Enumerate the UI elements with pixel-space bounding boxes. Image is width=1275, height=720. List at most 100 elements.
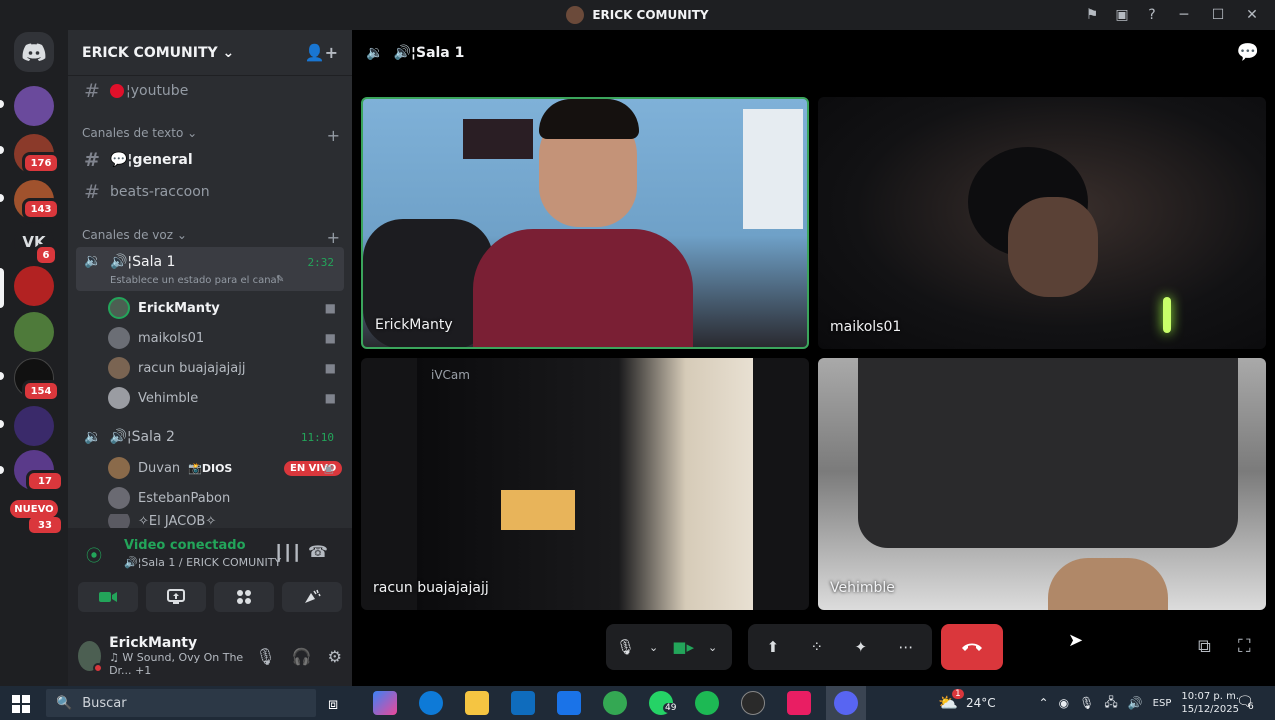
video-tile[interactable]: iVCam racun buajajajajj <box>361 358 809 610</box>
more-options-icon[interactable]: ⋯ <box>898 638 913 656</box>
server-icon[interactable] <box>14 312 54 352</box>
category-text-channels[interactable]: Canales de texto ⌄ + <box>82 126 340 145</box>
weather-badge: 1 <box>952 689 964 699</box>
voice-channel-sala-2[interactable]: 🔉 🔊¦Sala 2 11:10 <box>76 422 344 452</box>
microphone-icon[interactable]: 🎙 <box>616 638 635 656</box>
weather-temp[interactable]: 24°C <box>966 696 996 710</box>
server-header[interactable]: ERICK COMUNITY ⌄ 👤+ <box>68 30 352 76</box>
discord-icon <box>834 691 858 715</box>
stage-channel-name: 🔊¦Sala 1 <box>393 45 465 61</box>
unread-pill <box>0 420 4 428</box>
mic-camera-group: 🎙 ⌄ ■▸ ⌄ <box>606 624 732 670</box>
help-icon[interactable]: ? <box>1137 0 1167 30</box>
new-servers-badge[interactable]: NUEVO <box>10 500 58 518</box>
chrome-icon[interactable] <box>603 691 627 715</box>
settings-gear-icon[interactable]: ⚙ <box>328 647 342 666</box>
spotify-icon[interactable] <box>695 691 719 715</box>
activities-icon[interactable]: ⁘ <box>811 638 824 656</box>
microphone-tray-icon[interactable]: 🎙 <box>1079 696 1094 710</box>
taskbar-search[interactable]: 🔍 Buscar <box>46 689 316 717</box>
video-tile[interactable]: maikols01 <box>818 97 1266 349</box>
close-button[interactable]: ✕ <box>1235 0 1269 30</box>
voice-member[interactable]: racun buajajajajj ■ <box>108 354 344 382</box>
invite-people-icon[interactable]: 👤+ <box>305 43 338 62</box>
server-icon-active[interactable] <box>14 266 54 306</box>
chat-bubble-icon[interactable]: 💬 <box>1237 42 1259 63</box>
headphones-icon[interactable]: 🎧 <box>292 647 312 666</box>
tiktok-icon[interactable] <box>787 691 811 715</box>
noise-suppression-icon[interactable]: ┃┃┃ <box>274 544 301 562</box>
fullscreen-icon[interactable]: ⛶ <box>1238 636 1251 657</box>
username[interactable]: ErickManty <box>109 635 247 651</box>
inbox-icon[interactable]: ▣ <box>1107 0 1137 30</box>
microsoft-store-icon[interactable] <box>511 691 535 715</box>
channel-general[interactable]: # 💬¦general <box>76 145 344 175</box>
signal-icon[interactable]: ⦿ <box>86 542 102 566</box>
maximize-button[interactable]: ☐ <box>1201 0 1235 30</box>
chevron-down-icon[interactable]: ⌄ <box>708 641 717 654</box>
mail-icon[interactable] <box>557 691 581 715</box>
avatar <box>108 297 130 319</box>
voice-member[interactable]: Vehimble ■ <box>108 384 344 412</box>
flag-icon[interactable]: ⚑ <box>1077 0 1107 30</box>
discord-taskbar-button[interactable] <box>826 686 866 720</box>
category-voice-channels[interactable]: Canales de voz ⌄ + <box>82 228 340 247</box>
file-explorer-icon[interactable] <box>465 691 489 715</box>
volume-icon[interactable]: 🔊 <box>1128 696 1143 710</box>
user-avatar[interactable] <box>78 641 104 673</box>
leave-call-button[interactable] <box>941 624 1003 670</box>
pop-out-icon[interactable]: ⧉ <box>1198 636 1211 657</box>
language-indicator[interactable]: ESP <box>1153 698 1172 709</box>
task-view-icon[interactable]: ⧈ <box>328 694 338 714</box>
whatsapp-badge: 49 <box>663 703 679 713</box>
copilot-icon[interactable] <box>373 691 397 715</box>
microphone-icon[interactable]: 🎙 <box>255 647 275 666</box>
soundboard-button[interactable] <box>282 582 342 612</box>
discord-home-icon[interactable] <box>14 32 54 72</box>
person-hair <box>539 99 639 139</box>
voice-location[interactable]: 🔊¦Sala 1 / ERICK COMUNITY <box>124 556 281 569</box>
channel-sidebar: ERICK COMUNITY ⌄ 👤+ # ¦youtube Canales d… <box>68 30 352 686</box>
camera-feed <box>417 358 753 610</box>
channel-beats-raccoon[interactable]: # beats-raccoon <box>76 177 344 207</box>
voice-status[interactable]: Video conectado <box>124 538 246 553</box>
screen-share-icon[interactable]: ⬆ <box>767 638 780 656</box>
channel-status-hint[interactable]: Establece un estado para el canal <box>110 275 279 286</box>
video-tile[interactable]: Vehimble <box>818 358 1266 610</box>
windows-taskbar: 🔍 Buscar ⧈ 49 ⛅ 1 24°C ⌃ ◉ 🎙 🖧 🔊 ESP 10:… <box>0 686 1275 720</box>
voice-member[interactable]: maikols01 ■ <box>108 324 344 352</box>
windows-start-icon[interactable] <box>12 695 30 713</box>
voice-member[interactable]: ErickManty ■ <box>108 294 344 322</box>
minimize-button[interactable]: ─ <box>1167 0 1201 30</box>
camera-icon: ■ <box>324 361 336 375</box>
stage-header: 🔉 🔊¦Sala 1 💬 <box>352 30 1275 76</box>
obs-icon[interactable] <box>741 691 765 715</box>
edge-icon[interactable] <box>419 691 443 715</box>
camera-button[interactable] <box>78 582 138 612</box>
voice-member[interactable]: Duvan 📸DIOS EN VIVO ▣ <box>108 454 344 482</box>
camera-icon[interactable]: ■▸ <box>672 638 694 656</box>
disconnect-icon[interactable]: ☎ <box>308 542 328 561</box>
add-channel-icon[interactable]: + <box>327 126 340 145</box>
soundboard-icon[interactable]: ✦ <box>854 638 867 656</box>
add-channel-icon[interactable]: + <box>327 228 340 247</box>
screen-share-button[interactable] <box>146 582 206 612</box>
video-tile[interactable]: ErickManty <box>361 97 809 349</box>
user-panel: ErickManty ♫ W Sound, Ovy On The Dr... +… <box>68 626 352 686</box>
network-icon[interactable]: 🖧 <box>1104 693 1117 714</box>
voice-member[interactable]: ✧El JACOB✧ <box>108 514 344 528</box>
chevron-up-icon[interactable]: ⌃ <box>1039 696 1049 710</box>
voice-member[interactable]: EstebanPabon <box>108 484 344 512</box>
category-label: Canales de texto <box>82 126 184 140</box>
voice-channel-sala-1[interactable]: 🔉 🔊¦Sala 1 2:32 Establece un estado para… <box>76 247 344 291</box>
pencil-icon[interactable]: ✎ <box>276 274 284 285</box>
member-name: Duvan <box>138 460 181 476</box>
server-icon[interactable] <box>14 86 54 126</box>
camera-tray-icon[interactable]: ◉ <box>1059 696 1069 710</box>
chevron-down-icon[interactable]: ⌄ <box>649 641 658 654</box>
clock[interactable]: 10:07 p. m. 15/12/2025 <box>1181 690 1239 716</box>
camera-icon: ■ <box>324 391 336 405</box>
activities-button[interactable] <box>214 582 274 612</box>
channel-youtube[interactable]: # ¦youtube <box>76 76 344 106</box>
server-icon[interactable] <box>14 406 54 446</box>
